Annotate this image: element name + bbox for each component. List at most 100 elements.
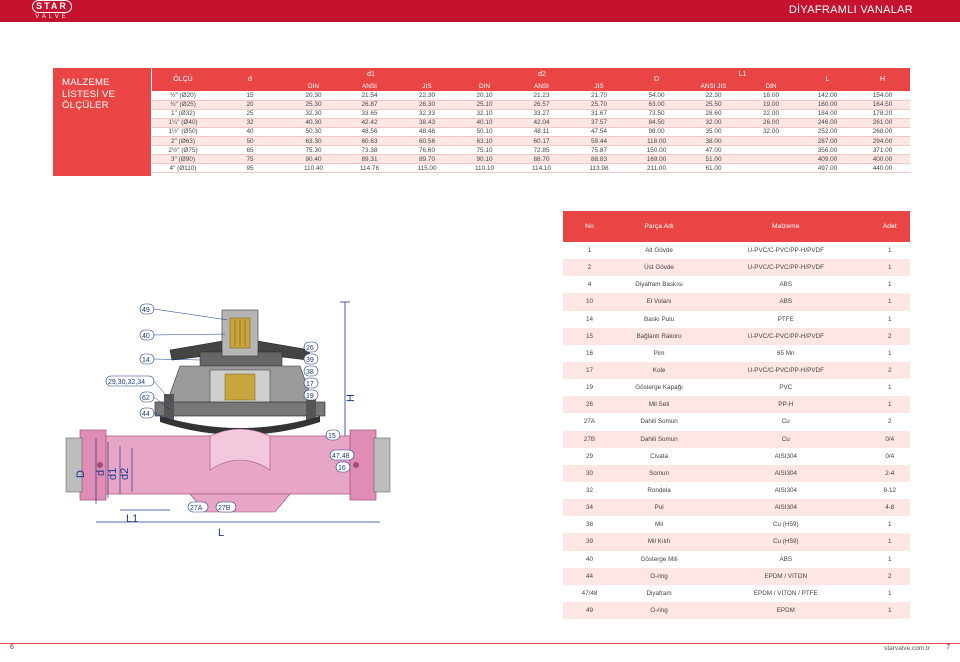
svg-text:17: 17 (306, 381, 314, 388)
table-cell: 19 (563, 379, 617, 397)
logo-star-text: STAR (32, 0, 72, 13)
svg-text:19: 19 (306, 393, 314, 400)
table-cell: 21.54 (341, 91, 398, 101)
table-cell: 261.00 (855, 118, 910, 128)
table-cell: PVC (702, 379, 870, 397)
table-cell: Somun (616, 464, 703, 482)
table-cell: 16 (563, 344, 617, 362)
table-cell: 1 (869, 533, 910, 551)
table-cell: 32.00 (685, 118, 742, 128)
table-cell: AISI304 (702, 464, 870, 482)
table-cell: PP-H (702, 396, 870, 414)
table-cell: 2" (Ø63) (152, 136, 214, 147)
table-cell: 1 (869, 584, 910, 602)
table-cell: 1 (869, 310, 910, 328)
callout-49: 49 (139, 303, 155, 315)
list-item: 39 Mil Kılıfı Cu (H59) 1 (563, 533, 910, 551)
table-cell: 33.27 (513, 109, 570, 119)
callout-29-30-32-34: 29,30,32,34 (105, 375, 155, 387)
valve-section-drawing: D d d1 d2 L L1 H 49 40 14 29,30,32,34 62… (65, 301, 391, 539)
col-d2-ansi: ANSI (513, 81, 570, 91)
callout-39: 39 (303, 353, 319, 365)
table-cell: 27A (563, 413, 617, 431)
section-label-line1: MALZEME (62, 77, 110, 88)
list-item: 19 Gösterge Kapağı PVC 1 (563, 379, 910, 397)
table-cell: Mil (616, 516, 703, 534)
table-cell: 287.00 (800, 136, 855, 147)
table-cell: AISI304 (702, 499, 870, 517)
table-cell: 75.87 (570, 145, 628, 156)
table-cell: 294.00 (855, 136, 910, 147)
svg-text:29,30,32,34: 29,30,32,34 (108, 379, 145, 386)
col-no: No (563, 211, 617, 242)
col-l1-ansijis: ANSI JIS (685, 81, 742, 91)
callout-27B: 27B (215, 501, 237, 513)
table-cell: 51.00 (685, 154, 742, 165)
website-link[interactable]: starvalve.com.tr (884, 645, 930, 652)
table-cell: 114.10 (513, 163, 570, 174)
table-cell: 26.00 (742, 118, 800, 128)
table-cell: 73.50 (628, 109, 685, 119)
dim-label-H: H (345, 394, 357, 402)
table-cell: 16.00 (742, 91, 800, 101)
table-cell: 160.00 (800, 100, 855, 110)
table-cell: 2½" (Ø75) (152, 145, 214, 156)
callout-14: 14 (139, 353, 155, 365)
star-valve-logo[interactable]: STAR VALVE (30, 0, 72, 22)
list-item: 27B Dahili Somun Cu 0/4 (563, 430, 910, 448)
table-cell: U-PVC/C-PVC/PP-H/PVDF (702, 327, 870, 345)
list-item: 15 Bağlantı Rakoru U-PVC/C-PVC/PP-H/PVDF 2 (563, 327, 910, 345)
col-d2-din: DIN (456, 81, 513, 91)
callout-38: 38 (303, 365, 319, 377)
table-cell: ABS (702, 550, 870, 568)
table-cell: 25.30 (286, 100, 341, 110)
table-cell: 4-8 (869, 499, 910, 517)
table-cell: 268.00 (855, 127, 910, 137)
col-D: D (628, 68, 685, 91)
table-cell: 3" (Ø90) (152, 154, 214, 165)
table-cell: 26.57 (513, 100, 570, 110)
table-cell: Baskı Pulu (616, 310, 703, 328)
table-cell: 98.00 (628, 127, 685, 137)
table-cell: 246.00 (800, 118, 855, 128)
logo-valve-text: VALVE (35, 14, 69, 20)
callouts-left: 49 40 14 29,30,32,34 62 44 (105, 303, 155, 419)
table-cell: 2 (869, 413, 910, 431)
table-cell (742, 136, 800, 147)
table-cell: 50.30 (286, 127, 341, 137)
table-cell: 72.85 (513, 145, 570, 156)
table-cell: 25.50 (685, 100, 742, 110)
col-d2: d2 (456, 68, 628, 81)
table-cell: 26.30 (398, 100, 456, 110)
table-cell: 95 (214, 163, 286, 174)
list-item: 34 Pul AISI304 4-8 (563, 499, 910, 517)
col-d1-ansi: ANSI (341, 81, 398, 91)
table-cell: 15 (563, 327, 617, 345)
col-d1: d1 (286, 68, 456, 81)
table-cell: 110.10 (456, 163, 513, 174)
section-label: MALZEME LİSTESİ VE ÖLÇÜLER (53, 68, 151, 176)
list-item: 44 O-ring EPDM / VITON 2 (563, 567, 910, 585)
table-cell: 26.87 (341, 100, 398, 110)
table-cell: Alt Gövde (616, 242, 703, 260)
table-cell: 73.38 (341, 145, 398, 156)
table-cell: EPDM (702, 601, 870, 620)
table-cell: 42.42 (341, 118, 398, 128)
table-cell: 497.00 (800, 163, 855, 174)
page-title: DİYAFRAMLI VANALAR (788, 4, 913, 16)
list-item: 47/48 Diyafram EPDM / VITON / PTFE 1 (563, 584, 910, 602)
table-cell: 4 (563, 276, 617, 294)
list-item: 14 Baskı Pulu PTFE 1 (563, 310, 910, 328)
table-cell: Gösterge Mili (616, 550, 703, 568)
table-cell: Gösterge Kapağı (616, 379, 703, 397)
table-row: ¾" (Ø25) 20 25.30 26.87 26.30 25.10 26.57 25.70… (152, 100, 910, 110)
table-cell: 39 (563, 533, 617, 551)
table-cell: 49 (563, 601, 617, 620)
table-cell: ½" (Ø20) (152, 91, 214, 101)
callout-44: 44 (139, 407, 155, 419)
table-cell: 150.00 (628, 145, 685, 156)
table-cell: 40 (563, 550, 617, 568)
table-cell: 25.70 (570, 100, 628, 110)
table-cell: EPDM / VITON / PTFE (702, 584, 870, 602)
dim-label-d1: d1 (107, 468, 119, 480)
